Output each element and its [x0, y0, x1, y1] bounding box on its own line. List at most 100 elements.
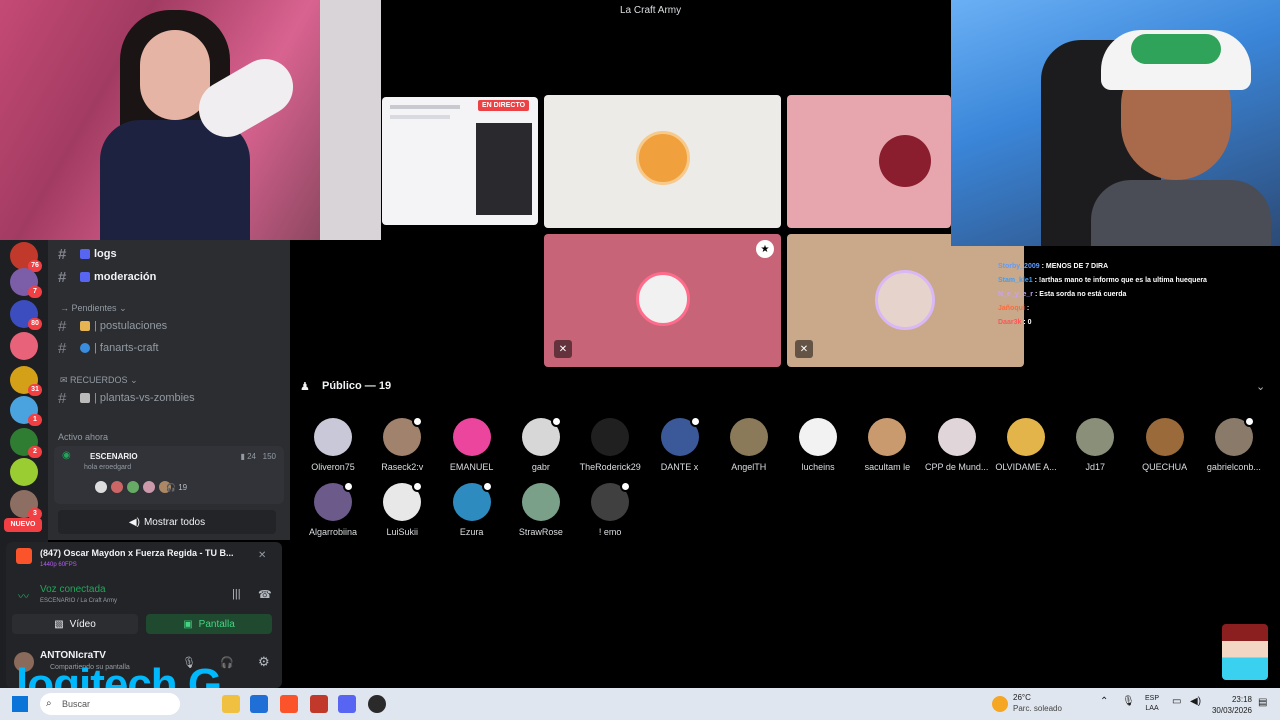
server-icon[interactable]	[10, 332, 38, 360]
server-icon[interactable]: 76	[10, 242, 42, 272]
audience-icon: ♟	[300, 381, 310, 393]
status-dot-icon	[412, 416, 424, 427]
speaker-tile-1[interactable]	[544, 95, 781, 228]
clock[interactable]: 23:18 30/03/2026	[1208, 694, 1252, 716]
weather-icon	[992, 696, 1008, 712]
audience-member[interactable]: Oliveron75	[298, 418, 368, 472]
avatar	[1145, 418, 1184, 456]
screen-share-tile[interactable]	[382, 97, 538, 225]
audience-member-name: gabrielconb...	[1206, 462, 1261, 472]
headphones-icon[interactable]: 🎧	[220, 656, 234, 669]
speaker-icon: ◀)	[128, 516, 140, 528]
close-icon[interactable]: ✕	[258, 550, 266, 561]
chat-message: Daar3k: 0	[998, 319, 1032, 326]
speaker-tile-4[interactable]: ✕	[787, 234, 1024, 367]
store-icon[interactable]	[250, 695, 268, 713]
network-icon[interactable]: ▭	[1172, 696, 1181, 707]
server-icon[interactable]: 80	[10, 300, 42, 330]
audience-member[interactable]: TheRoderick29	[575, 418, 645, 472]
audience-heading: Público — 19	[322, 380, 392, 392]
show-all-button[interactable]: ◀) Mostrar todos	[58, 510, 276, 534]
audience-member[interactable]: Algarrobiina	[298, 481, 368, 537]
audience-member[interactable]: lucheins	[783, 418, 853, 472]
now-playing-title: (847) Oscar Maydon x Fuerza Regida - TU …	[40, 548, 234, 558]
discord-icon[interactable]	[338, 695, 356, 713]
volume-icon[interactable]: ◀)	[1190, 696, 1201, 707]
gear-icon[interactable]: ⚙	[258, 654, 270, 670]
avatar	[868, 418, 907, 456]
screen-share-button[interactable]: ▣ Pantalla	[146, 614, 272, 634]
audience-member[interactable]: CPP de Mund...	[922, 418, 992, 472]
hash-icon: #	[58, 268, 67, 286]
audience-member[interactable]: Raseck2:v	[367, 416, 437, 472]
obs-icon[interactable]	[310, 695, 328, 713]
avatar	[879, 135, 931, 187]
audience-member[interactable]: QUECHUA	[1130, 418, 1200, 472]
server-icon[interactable]	[10, 458, 38, 486]
chevron-down-icon[interactable]: ⌄	[1256, 380, 1265, 393]
audience-member-name: Jd17	[1085, 462, 1106, 472]
status-dot-icon	[343, 481, 354, 492]
channel-plantas[interactable]: # | plantas-vs-zombies	[58, 387, 195, 409]
windows-start-icon[interactable]	[12, 696, 28, 712]
channel-moderacion[interactable]: # moderación	[58, 266, 156, 288]
server-icon[interactable]: 7	[10, 268, 42, 298]
voice-connected-label: Voz conectada	[40, 584, 106, 595]
active-stage-card[interactable]: ◉ ESCENARIO hola eroedgard ▮ 24 150 🎧 19	[54, 446, 284, 504]
server-icon[interactable]: 2	[10, 428, 42, 458]
screen-icon: ▣	[183, 618, 193, 630]
server-icon[interactable]: 1	[10, 396, 42, 426]
audience-member[interactable]: EMANUEL	[437, 418, 507, 472]
server-icon[interactable]: 31	[10, 366, 42, 396]
file-explorer-icon[interactable]	[222, 695, 240, 713]
video-button[interactable]: ▧ Vídeo	[12, 614, 138, 634]
channel-fanarts[interactable]: # | fanarts-craft	[58, 337, 159, 359]
microphone-icon[interactable]: 🎙	[1122, 696, 1135, 707]
channel-logs[interactable]: # logs	[58, 243, 117, 265]
stage-icon: ◉	[62, 450, 71, 461]
category-pendientes[interactable]: → Pendientes ⌄	[60, 303, 127, 314]
audience-member[interactable]: gabr	[506, 416, 576, 472]
mic-muted-icon: ✕	[554, 340, 572, 358]
taskbar-search[interactable]: Buscar	[40, 693, 180, 715]
avatar	[1214, 416, 1255, 456]
avatar	[1007, 418, 1045, 456]
language-indicator[interactable]: ESP LAA	[1145, 694, 1159, 714]
noise-suppression-icon[interactable]: |||	[232, 588, 241, 600]
audience-member[interactable]: sacultam le	[852, 418, 922, 472]
chevron-up-icon[interactable]: ⌃	[1100, 696, 1108, 707]
speaker-tile-2[interactable]	[787, 95, 951, 228]
search-icon: ⌕	[46, 698, 52, 709]
server-icon[interactable]: 3	[10, 490, 42, 520]
audience-member[interactable]: ! emo	[575, 481, 645, 537]
avatar	[937, 418, 976, 456]
audience-member-name: DANTE x	[660, 462, 699, 472]
audience-member-name: LuiSukii	[386, 527, 419, 537]
brave-icon[interactable]	[280, 695, 298, 713]
audience-member-name: Oliveron75	[311, 462, 355, 472]
audience-member[interactable]: OLVIDAME A...	[991, 418, 1061, 472]
avatar	[521, 416, 562, 456]
disconnect-icon[interactable]: ☎	[258, 588, 272, 601]
audience-member[interactable]: StrawRose	[506, 483, 576, 537]
audience-member[interactable]: Jd17	[1060, 418, 1130, 472]
speaker-tile-3[interactable]: ✕ ★	[544, 234, 781, 367]
audience-member[interactable]: LuiSukii	[367, 481, 437, 537]
screen: La Craft Army EN DIRECTO ✕ ★ ✕ Storby_20…	[0, 0, 1280, 720]
channel-postulaciones[interactable]: # | postulaciones	[58, 315, 167, 337]
audience-member[interactable]: DANTE x	[645, 416, 715, 472]
audience-member[interactable]: gabrielconb...	[1199, 416, 1269, 472]
audience-member[interactable]: Ezura	[437, 481, 507, 537]
audience-member-name: Algarrobiina	[308, 527, 358, 537]
obs-studio-icon[interactable]	[368, 695, 386, 713]
active-now-label: Activo ahora	[58, 432, 109, 442]
category-recuerdos[interactable]: ✉ RECUERDOS ⌄	[60, 375, 138, 386]
moderator-icon: ★	[756, 240, 774, 258]
avatar	[383, 481, 424, 521]
audience-member-name: Ezura	[459, 527, 484, 537]
audience-member[interactable]: AngelTH	[714, 418, 784, 472]
audience-member-name: Raseck2:v	[381, 462, 424, 472]
status-dot-icon	[412, 481, 424, 492]
notification-icon[interactable]: ▤	[1258, 697, 1267, 708]
chat-message: Jañoqui:	[998, 305, 1030, 312]
